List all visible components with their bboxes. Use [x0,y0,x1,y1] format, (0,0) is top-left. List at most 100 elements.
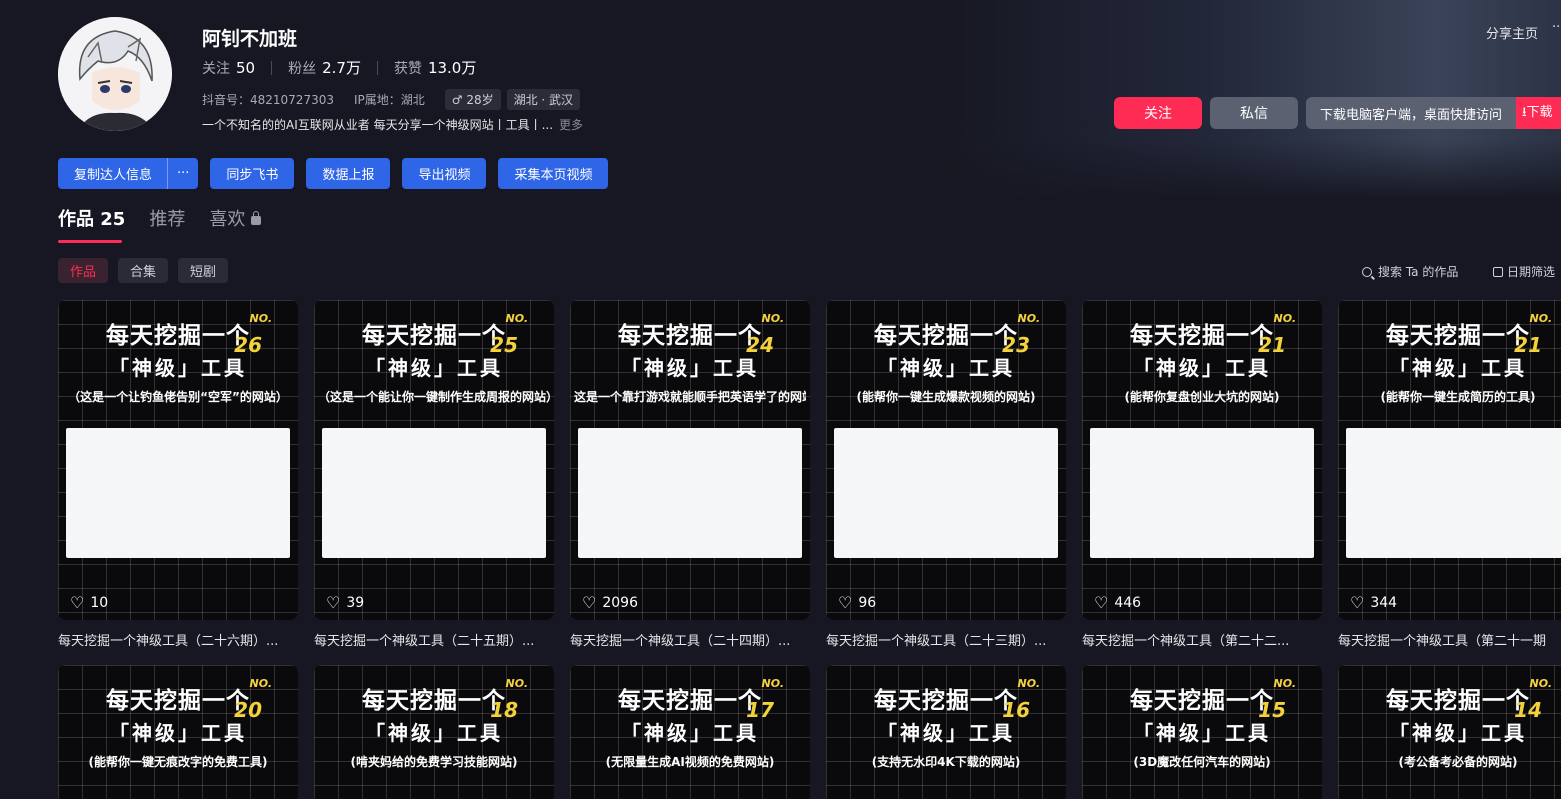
tab-works[interactable]: 作品 25 [58,205,125,243]
thumb-caption: 这是一个靠打游戏就能顺手把英语学了的网站 [574,390,806,404]
thumb-no: NO. [1273,312,1297,325]
likes-label: 获赞 [393,60,422,77]
avatar[interactable] [58,17,172,131]
following-count[interactable]: 50 [236,59,255,77]
heart-icon: ♡ [1350,593,1365,612]
search-works-button[interactable]: 搜索 Ta 的作品 [1362,263,1458,280]
copy-more-icon[interactable]: ··· [168,166,198,181]
video-card[interactable]: 每天挖掘一个 NO. 26 「神级」工具 （这是一个让钓鱼佬告别“空军”的网站）… [58,300,298,649]
website-screenshot [322,428,546,558]
website-screenshot [1090,428,1314,558]
website-screenshot [578,428,802,558]
thumb-no: NO. [1529,677,1553,690]
subtab-works[interactable]: 作品 [58,258,109,283]
follow-button[interactable]: 关注 [1114,97,1202,129]
thumb-subtitle: 「神级」工具 [621,721,759,745]
tab-recommend[interactable]: 推荐 [149,205,185,243]
divider [376,60,378,75]
douyin-id: 抖音号：48210727303 [202,93,334,107]
bio-text: 一个不知名的的AI互联网从业者 每天分享一个神级网站丨工具丨... [202,118,554,132]
thumb-caption: (能帮你一键生成爆款视频的网站) [856,390,1036,404]
thumb-no: NO. [1529,312,1553,325]
message-button[interactable]: 私信 [1210,97,1298,129]
export-video-button[interactable]: 导出视频 [402,158,487,189]
lock-icon [251,211,262,225]
video-thumbnail[interactable]: 每天挖掘一个 NO. 20 「神级」工具 (能帮你一键无痕改字的免费工具) [58,665,298,799]
video-card[interactable]: 每天挖掘一个 NO. 24 「神级」工具 这是一个靠打游戏就能顺手把英语学了的网… [570,300,810,649]
video-thumbnail[interactable]: 每天挖掘一个 NO. 23 「神级」工具 (能帮你一键生成爆款视频的网站) ♡ … [826,300,1066,620]
video-card[interactable]: 每天挖掘一个 NO. 15 「神级」工具 (3D魔改任何汽车的网站) [1082,665,1322,799]
profile-stats: 关注 50 粉丝 2.7万 获赞 13.0万 [202,57,476,78]
video-card[interactable]: 每天挖掘一个 NO. 16 「神级」工具 (支持无水印4K下载的网站) [826,665,1066,799]
video-thumbnail[interactable]: 每天挖掘一个 NO. 17 「神级」工具 (无限量生成AI视频的免费网站) [570,665,810,799]
thumb-subtitle: 「神级」工具 [1133,721,1271,745]
thumb-no: NO. [761,312,785,325]
like-count-value: 96 [858,594,877,611]
thumb-caption: (支持无水印4K下载的网站) [871,755,1021,769]
like-count: ♡ 446 [1094,593,1141,612]
video-thumbnail[interactable]: 每天挖掘一个 NO. 26 「神级」工具 （这是一个让钓鱼佬告别“空军”的网站）… [58,300,298,620]
works-subtabs: 作品 合集 短剧 [58,258,238,283]
video-title[interactable]: 每天挖掘一个神级工具（二十四期）... [570,630,810,649]
video-thumbnail[interactable]: 每天挖掘一个 NO. 14 「神级」工具 (考公备考必备的网站) [1338,665,1561,799]
video-thumbnail[interactable]: 每天挖掘一个 NO. 18 「神级」工具 (啃夹妈给的免费学习技能网站) [314,665,554,799]
following-label[interactable]: 关注 [202,58,230,78]
heart-icon: ♡ [326,593,341,612]
video-card[interactable]: 每天挖掘一个 NO. 21 「神级」工具 (能帮你复盘创业大坑的网站) ♡ 44… [1082,300,1322,649]
video-thumbnail[interactable]: 每天挖掘一个 NO. 21 「神级」工具 (能帮你一键生成简历的工具) ♡ 34… [1338,300,1561,620]
download-button[interactable]: ⭳下载 [1516,97,1561,129]
tab-likes-label: 喜欢 [209,209,246,230]
website-screenshot [66,428,290,558]
bio-more-link[interactable]: 更多 [559,118,583,132]
video-thumbnail[interactable]: 每天挖掘一个 NO. 24 「神级」工具 这是一个靠打游戏就能顺手把英语学了的网… [570,300,810,620]
thumb-caption: (无限量生成AI视频的免费网站) [605,755,775,769]
video-card[interactable]: 每天挖掘一个 NO. 18 「神级」工具 (啃夹妈给的免费学习技能网站) [314,665,554,799]
thumb-subtitle: 「神级」工具 [109,721,247,745]
video-thumbnail[interactable]: 每天挖掘一个 NO. 15 「神级」工具 (3D魔改任何汽车的网站) [1082,665,1322,799]
heart-icon: ♡ [70,593,85,612]
divider [271,60,273,75]
video-card[interactable]: 每天挖掘一个 NO. 25 「神级」工具 （这是一个能让你一键制作生成周报的网站… [314,300,554,649]
video-title[interactable]: 每天挖掘一个神级工具（第二十一期 [1338,630,1561,649]
profile-name: 阿钊不加班 [202,28,298,50]
like-count-value: 39 [346,594,365,611]
share-profile-link[interactable]: 分享主页 [1486,23,1538,42]
more-options-icon[interactable]: ··· [1552,20,1561,35]
tab-likes[interactable]: 喜欢 [209,205,262,243]
video-title[interactable]: 每天挖掘一个神级工具（二十六期）... [58,630,298,649]
thumb-subtitle: 「神级」工具 [1389,356,1527,380]
search-icon [1362,266,1372,277]
likes-count: 13.0万 [427,59,477,77]
video-title[interactable]: 每天挖掘一个神级工具（二十三期）... [826,630,1066,649]
video-card[interactable]: 每天挖掘一个 NO. 14 「神级」工具 (考公备考必备的网站) [1338,665,1561,799]
video-card[interactable]: 每天挖掘一个 NO. 23 「神级」工具 (能帮你一键生成爆款视频的网站) ♡ … [826,300,1066,649]
download-client-button[interactable]: 下载电脑客户端，桌面快捷访问 [1306,97,1516,129]
like-count-value: 446 [1114,594,1142,611]
data-report-button[interactable]: 数据上报 [306,158,391,189]
thumb-subtitle: 「神级」工具 [1133,356,1271,380]
video-thumbnail[interactable]: 每天挖掘一个 NO. 16 「神级」工具 (支持无水印4K下载的网站) [826,665,1066,799]
sync-feishu-button[interactable]: 同步飞书 [210,158,295,189]
thumb-caption: （这是一个让钓鱼佬告别“空军”的网站） [68,390,288,404]
video-title[interactable]: 每天挖掘一个神级工具（第二十二... [1082,630,1322,649]
video-card[interactable]: 每天挖掘一个 NO. 20 「神级」工具 (能帮你一键无痕改字的免费工具) [58,665,298,799]
video-title[interactable]: 每天挖掘一个神级工具（二十五期）... [314,630,554,649]
heart-icon: ♡ [582,593,597,612]
copy-creator-info-button[interactable]: 复制达人信息 ··· [58,158,199,189]
thumb-no: NO. [505,677,529,690]
profile-tabs: 作品 25 推荐 喜欢 [58,205,285,243]
date-filter-button[interactable]: 日期筛选 [1493,263,1555,280]
video-card[interactable]: 每天挖掘一个 NO. 21 「神级」工具 (能帮你一键生成简历的工具) ♡ 34… [1338,300,1561,649]
copy-creator-info-label[interactable]: 复制达人信息 [58,158,169,189]
age-tag: ♂ 28岁 [444,89,501,110]
thumb-subtitle: 「神级」工具 [365,356,503,380]
collect-page-videos-button[interactable]: 采集本页视频 [498,158,609,189]
followers-count[interactable]: 2.7万 [322,57,361,78]
thumb-subtitle: 「神级」工具 [877,721,1015,745]
video-thumbnail[interactable]: 每天挖掘一个 NO. 25 「神级」工具 （这是一个能让你一键制作生成周报的网站… [314,300,554,620]
video-card[interactable]: 每天挖掘一个 NO. 17 「神级」工具 (无限量生成AI视频的免费网站) [570,665,810,799]
followers-label[interactable]: 粉丝 [288,58,316,78]
subtab-short-drama[interactable]: 短剧 [178,258,229,283]
video-thumbnail[interactable]: 每天挖掘一个 NO. 21 「神级」工具 (能帮你复盘创业大坑的网站) ♡ 44… [1082,300,1322,620]
subtab-collection[interactable]: 合集 [118,258,169,283]
